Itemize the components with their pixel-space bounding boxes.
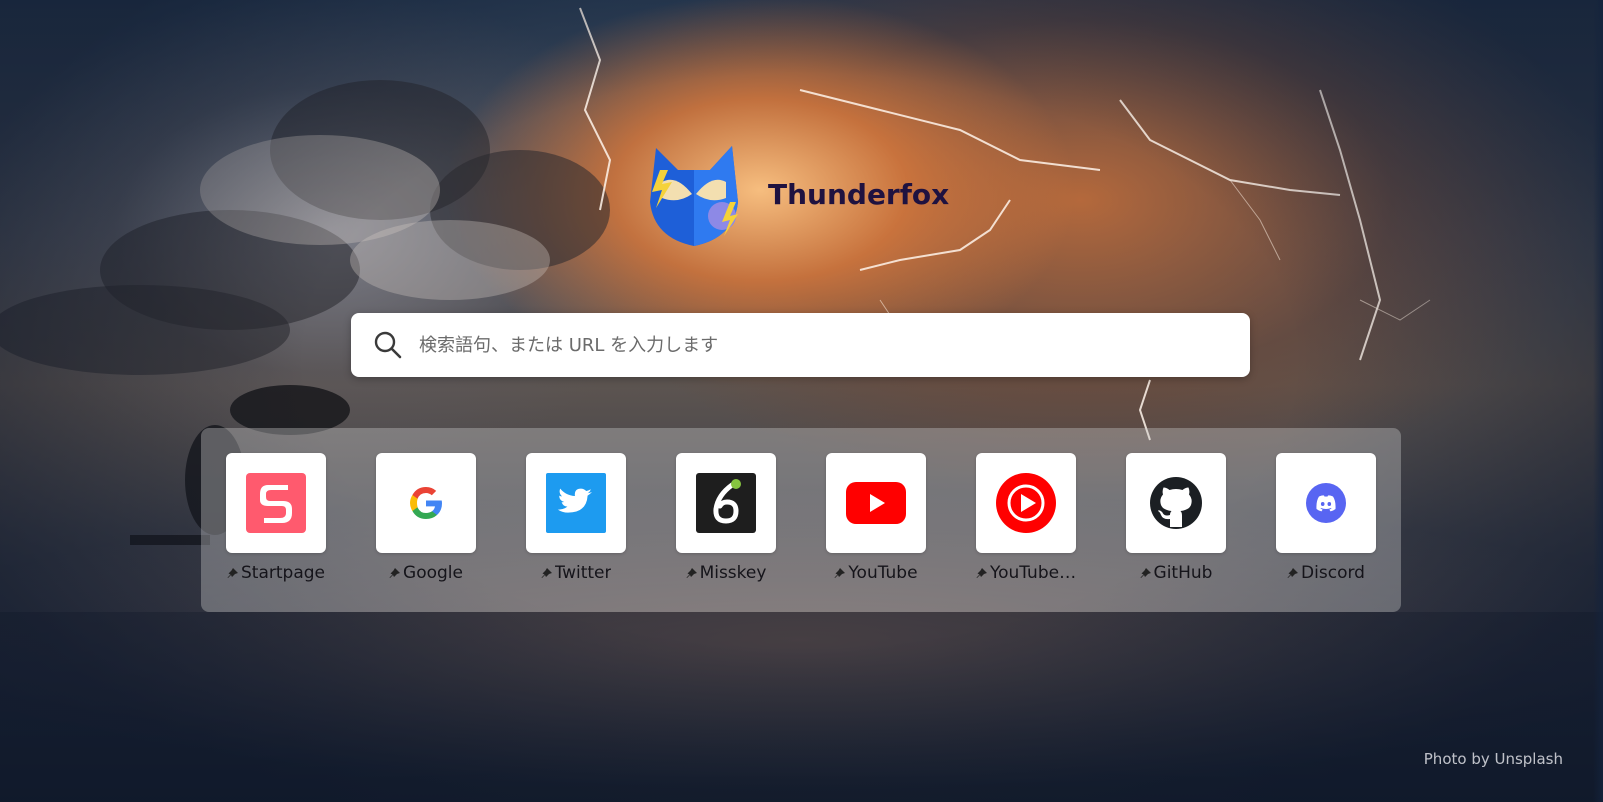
top-site-github[interactable]: GitHub	[1126, 453, 1226, 612]
startpage-icon	[246, 473, 306, 533]
misskey-icon	[696, 473, 756, 533]
pin-icon	[1287, 568, 1299, 578]
youtube-music-icon	[996, 473, 1056, 533]
top-sites-grid: Startpage Google Twitter Misskey YouTube…	[201, 428, 1401, 612]
tile-icon-box[interactable]	[826, 453, 926, 553]
tile-icon-box[interactable]	[1126, 453, 1226, 553]
brand-name: Thunderfox	[768, 177, 950, 211]
pin-icon	[389, 568, 401, 578]
pin-icon	[686, 568, 697, 578]
search-icon	[374, 331, 402, 359]
tile-icon-box[interactable]	[226, 453, 326, 553]
tile-label: Twitter	[554, 563, 612, 583]
tile-icon-box[interactable]	[976, 453, 1076, 553]
background-photo	[0, 7, 1603, 802]
tile-label: Startpage	[241, 563, 325, 583]
youtube-icon	[846, 482, 906, 524]
pin-icon	[227, 568, 238, 578]
photo-credit-link[interactable]: Photo by Unsplash	[1424, 750, 1563, 768]
top-site-twitter[interactable]: Twitter	[526, 453, 626, 612]
pin-icon	[834, 568, 846, 578]
brand-logo: Thunderfox	[648, 142, 949, 246]
top-site-google[interactable]: Google	[376, 453, 476, 612]
tile-icon-box[interactable]	[376, 453, 476, 553]
thunderfox-logo-icon	[650, 146, 738, 246]
google-icon	[410, 487, 442, 519]
pin-icon	[976, 568, 987, 578]
pin-icon	[541, 568, 552, 578]
twitter-icon	[546, 473, 606, 533]
tile-label: Misskey	[699, 563, 767, 583]
search-bar[interactable]	[351, 313, 1250, 377]
tile-label: GitHub	[1153, 563, 1213, 583]
discord-icon	[1306, 483, 1346, 523]
tile-label: YouTube…	[989, 563, 1077, 583]
top-site-misskey[interactable]: Misskey	[676, 453, 776, 612]
pin-icon	[1140, 568, 1151, 578]
tile-icon-box[interactable]	[526, 453, 626, 553]
tile-label: Google	[403, 563, 463, 583]
top-site-startpage[interactable]: Startpage	[226, 453, 326, 612]
top-site-youtube-music[interactable]: YouTube…	[976, 453, 1076, 612]
github-icon	[1150, 477, 1202, 529]
window-edge	[1593, 0, 1603, 802]
tile-icon-box[interactable]	[676, 453, 776, 553]
tile-label: YouTube	[848, 563, 918, 583]
tile-label: Discord	[1301, 563, 1365, 583]
search-input[interactable]	[417, 333, 1221, 357]
top-site-discord[interactable]: Discord	[1276, 453, 1376, 612]
tile-icon-box[interactable]	[1276, 453, 1376, 553]
top-site-youtube[interactable]: YouTube	[826, 453, 926, 612]
new-tab-page: Thunderfox Startpage	[0, 0, 1603, 802]
